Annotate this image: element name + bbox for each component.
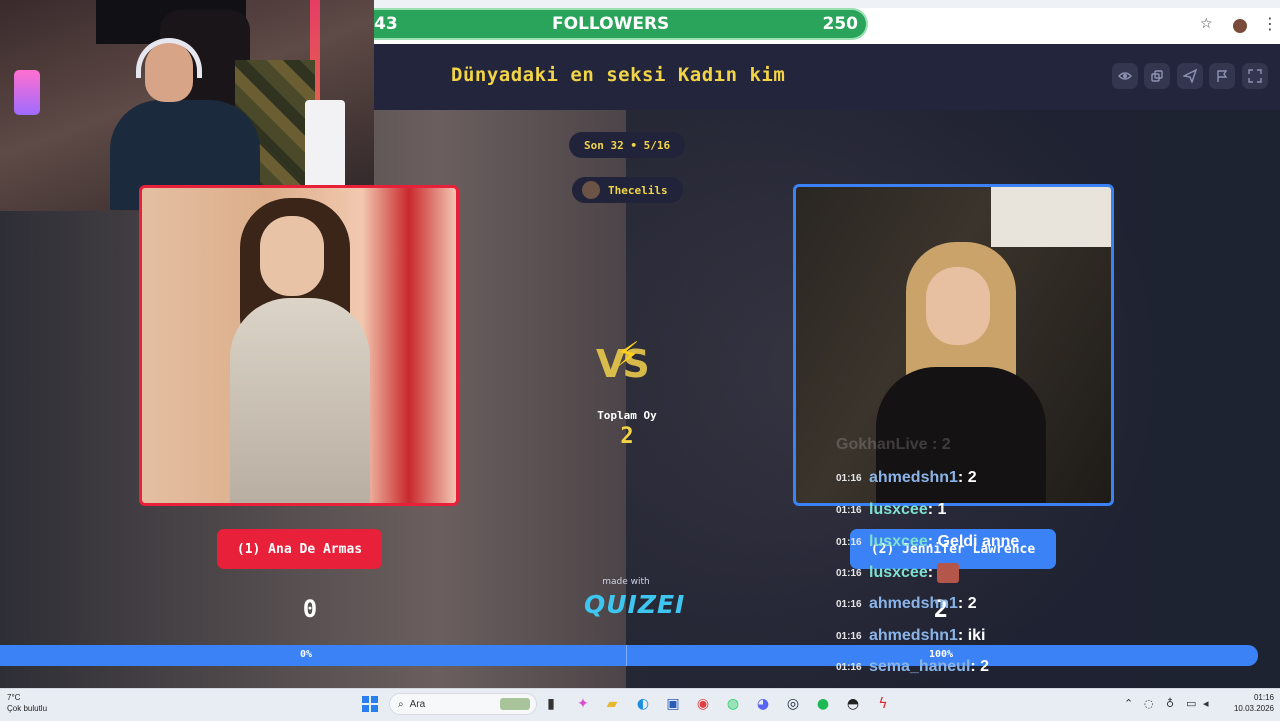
browser-menu-icon[interactable]: ⋮ (1262, 14, 1278, 33)
discord-icon[interactable]: ◕ (753, 694, 773, 714)
start-icon[interactable] (360, 694, 380, 714)
share-icon[interactable] (1144, 63, 1170, 89)
spotify-icon[interactable]: ● (813, 694, 833, 714)
followers-current: 43 (374, 14, 398, 34)
candidate-left-button[interactable]: (1) Ana De Armas (217, 529, 382, 569)
total-votes-value: 2 (620, 424, 634, 449)
send-icon[interactable] (1177, 63, 1203, 89)
left-percent: 0% (300, 649, 313, 660)
obs-icon[interactable]: ◓ (843, 694, 863, 714)
round-badge: Son 32 • 5/16 (569, 132, 686, 158)
chat-message: 01:16 sema_haneul : 2 (836, 658, 990, 675)
bookmark-star-icon[interactable]: ☆ (1200, 16, 1213, 32)
followers-goal-bar: 43 FOLLOWERS 250 (374, 8, 868, 40)
flag-icon[interactable] (1209, 63, 1235, 89)
taskbar-clock[interactable]: 01:16 10.03.2026 (1226, 692, 1274, 714)
weather-widget[interactable]: 7°C Çok bulutlu (7, 692, 47, 714)
player-name: Thecelils (608, 183, 668, 197)
tray-app-icon[interactable]: ◌ (1144, 697, 1154, 710)
taskbar-search[interactable]: ⌕ Ara (389, 693, 537, 715)
candidate-left-image[interactable] (139, 185, 459, 506)
lightning-icon: ⚡ (616, 335, 640, 375)
chat-message: 01:16 ahmedshn1 : iki (836, 627, 986, 644)
chrome-icon[interactable]: ◉ (693, 694, 713, 714)
fullscreen-icon[interactable] (1242, 63, 1268, 89)
file-explorer-icon[interactable]: ▰ (602, 694, 622, 714)
total-votes-label: Toplam Oy (597, 409, 657, 422)
search-highlight-image (500, 698, 530, 710)
made-with-label: made with (602, 577, 650, 587)
store-icon[interactable]: ▣ (663, 694, 683, 714)
followers-label: FOLLOWERS (552, 14, 670, 34)
edge-icon[interactable]: ◐ (633, 694, 653, 714)
quiz-title: Dünyadaki en seksi Kadın kim (451, 64, 786, 86)
vote-progress-bar: 0% 100% (0, 645, 1258, 666)
chat-message: 01:16 ahmedshn1 : 2 (836, 595, 977, 612)
microphone-icon[interactable]: ♁ (1166, 697, 1174, 710)
profile-avatar[interactable] (1233, 19, 1247, 33)
app-bolt-icon[interactable]: ϟ (873, 694, 893, 714)
network-icon[interactable]: ▭ (1186, 697, 1196, 710)
volume-icon[interactable]: ◂ (1203, 697, 1209, 710)
tray-chevron-icon[interactable]: ⌃ (1124, 697, 1133, 710)
chat-emote-icon (937, 563, 960, 583)
steam-icon[interactable]: ◎ (783, 694, 803, 714)
whatsapp-icon[interactable]: ◍ (723, 694, 743, 714)
eye-icon[interactable] (1112, 63, 1138, 89)
chat-ghost-message: GokhanLive : 2 (836, 436, 951, 453)
copilot-icon[interactable]: ✦ (573, 694, 593, 714)
webcam-overlay (0, 0, 374, 211)
chat-message: 01:16 lusxcee : 1 (836, 501, 947, 518)
chat-message: 01:16 ahmedshn1 : 2 (836, 469, 977, 486)
candidate-right-image[interactable] (793, 184, 1114, 506)
search-icon: ⌕ (398, 698, 404, 710)
player-avatar (582, 181, 600, 199)
quizei-logo[interactable]: QUIZEI (584, 590, 685, 619)
task-view-icon[interactable]: ▮ (541, 694, 561, 714)
candidate-left-votes: 0 (302, 595, 318, 623)
followers-target: 250 (822, 14, 859, 34)
chat-message: 01:16 lusxcee : (836, 559, 960, 587)
player-badge: Thecelils (572, 177, 683, 203)
chat-message: 01:16 lusxcee : Geldi anne (836, 533, 1020, 550)
